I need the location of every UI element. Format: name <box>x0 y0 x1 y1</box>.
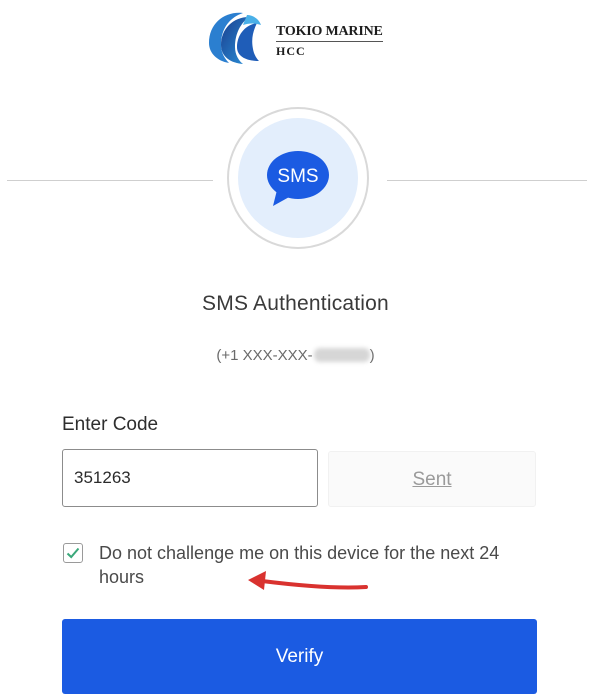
checkmark-icon <box>66 547 80 559</box>
verify-button[interactable]: Verify <box>62 619 537 694</box>
factor-beacon-inner: SMS <box>238 118 358 238</box>
tokio-marine-logo-icon <box>209 12 261 64</box>
divider-left <box>7 180 213 181</box>
phone-number: (+1 XXX-XXX-) <box>0 347 591 364</box>
red-arrow-icon <box>248 571 368 590</box>
divider-right <box>387 180 587 181</box>
sent-button[interactable]: Sent <box>328 451 536 507</box>
factor-beacon: SMS <box>227 107 369 249</box>
remember-device-checkbox[interactable] <box>63 543 83 563</box>
phone-number-prefix: (+1 XXX-XXX- <box>216 347 313 364</box>
phone-number-redacted <box>313 348 370 362</box>
sms-bubble-icon: SMS <box>267 151 329 206</box>
company-logo: TOKIO MARINE HCC <box>203 5 403 67</box>
logo-line-2: HCC <box>276 44 306 58</box>
phone-number-suffix: ) <box>369 347 375 364</box>
sms-icon-label: SMS <box>277 166 318 187</box>
logo-line-1: TOKIO MARINE <box>276 24 383 42</box>
verification-code-input[interactable] <box>62 449 318 507</box>
enter-code-label: Enter Code <box>62 414 159 435</box>
logo-wordmark: TOKIO MARINE HCC <box>276 22 396 58</box>
page-title: SMS Authentication <box>202 292 389 315</box>
